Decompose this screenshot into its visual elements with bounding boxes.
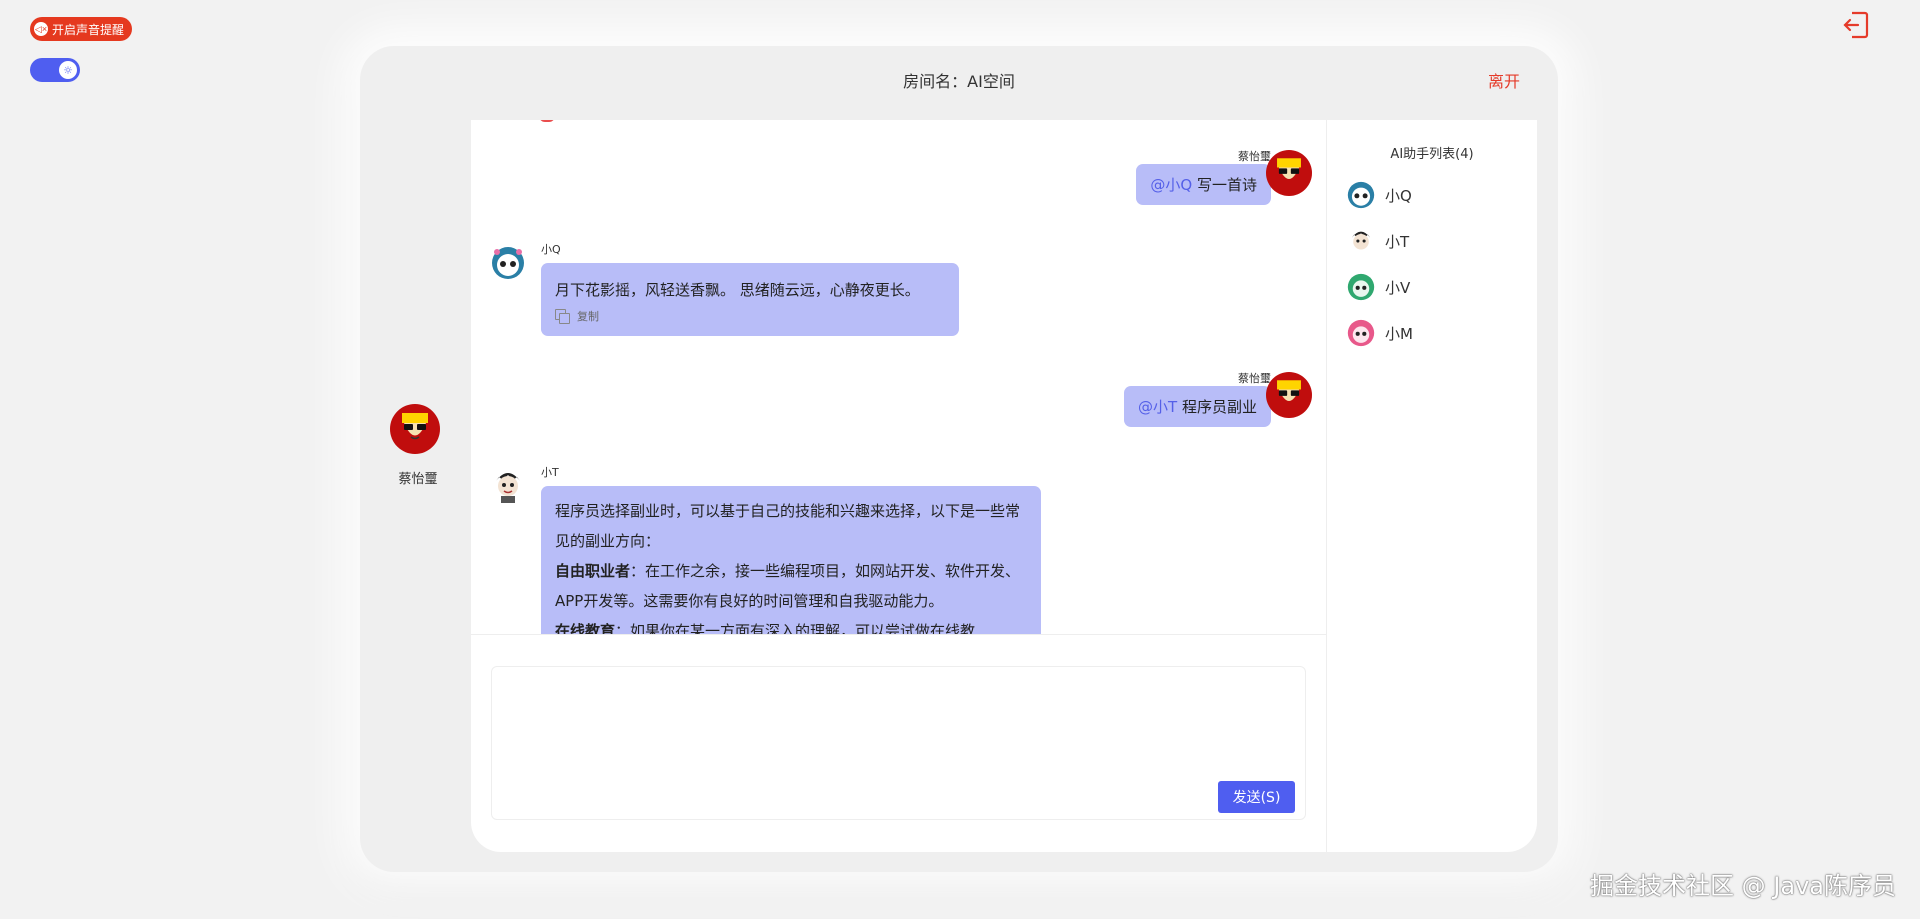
sound-alert-button[interactable]: ◁× 开启声音提醒 xyxy=(30,17,133,41)
ai-assistant-list: AI助手列表(4) 小Q 小T 小V 小M xyxy=(1327,120,1537,356)
ai-item-m[interactable]: 小M xyxy=(1327,310,1537,356)
logout-icon[interactable] xyxy=(1840,10,1870,40)
avatar xyxy=(491,246,525,280)
current-user-name: 蔡怡璽 xyxy=(398,472,438,487)
sound-alert-label: 开启声音提醒 xyxy=(52,22,125,37)
avatar xyxy=(1266,150,1312,196)
message-text: 程序员副业 xyxy=(1177,398,1257,416)
mention[interactable]: @小T xyxy=(1138,398,1177,416)
message-text: 程序员选择副业时，可以基于自己的技能和兴趣来选择，以下是一些常见的副业方向： xyxy=(555,502,1021,550)
ai-item-name: 小M xyxy=(1385,324,1413,343)
message-bold: 在线教育 xyxy=(555,622,616,635)
message-list[interactable]: 蔡怡璽 @小Q 写一首诗 小Q 月下花影摇，风轻送香飘。 思绪随云远，心静夜更长… xyxy=(471,120,1326,635)
message-text: ：如果你在某一方面有深入的理解，可以尝试做在线教 xyxy=(615,622,976,635)
message-bubble[interactable]: 月下花影摇，风轻送香飘。 思绪随云远，心静夜更长。 复制 xyxy=(541,263,959,336)
message-text: 月下花影摇，风轻送香飘。 思绪随云远，心静夜更长。 xyxy=(555,281,920,299)
message-input[interactable]: 发送(S) xyxy=(491,666,1306,820)
chat-panel: 蔡怡璽 @小Q 写一首诗 小Q 月下花影摇，风轻送香飘。 思绪随云远，心静夜更长… xyxy=(471,120,1537,852)
message-sender: 小Q xyxy=(541,243,561,256)
avatar xyxy=(1347,181,1375,209)
copy-icon xyxy=(555,309,570,324)
room-title: 房间名：AI空间 xyxy=(903,72,1015,91)
ai-item-name: 小Q xyxy=(1385,186,1412,205)
message-bubble[interactable]: @小T 程序员副业 xyxy=(1124,386,1271,427)
ai-item-t[interactable]: 小T xyxy=(1327,218,1537,264)
theme-toggle[interactable]: ☼ xyxy=(30,58,80,82)
message-ai: 小Q 月下花影摇，风轻送香飘。 思绪随云远，心静夜更长。 复制 xyxy=(541,241,959,336)
avatar xyxy=(1266,372,1312,418)
mention[interactable]: @小Q xyxy=(1150,176,1192,194)
ai-list-title: AI助手列表(4) xyxy=(1390,147,1474,162)
copy-label: 复制 xyxy=(577,310,599,323)
watermark: 掘金技术社区 @ Java陈序员 xyxy=(1590,872,1896,900)
avatar xyxy=(390,404,446,454)
send-button[interactable]: 发送(S) xyxy=(1218,781,1295,813)
message-bubble[interactable]: @小Q 写一首诗 xyxy=(1136,164,1271,205)
message-user: 蔡怡璽 @小T 程序员副业 xyxy=(971,370,1271,427)
room-header: 房间名：AI空间 离开 xyxy=(360,46,1558,120)
message-ai: 小T 程序员选择副业时，可以基于自己的技能和兴趣来选择，以下是一些常见的副业方向… xyxy=(541,464,1041,635)
ai-item-name: 小V xyxy=(1385,278,1411,297)
message-bubble[interactable]: 程序员选择副业时，可以基于自己的技能和兴趣来选择，以下是一些常见的副业方向： 自… xyxy=(541,486,1041,635)
leave-button[interactable]: 离开 xyxy=(1488,68,1520,92)
copy-button[interactable]: 复制 xyxy=(555,308,945,324)
ai-item-q[interactable]: 小Q xyxy=(1327,172,1537,218)
avatar xyxy=(1351,231,1371,250)
message-bold: 自由职业者 xyxy=(555,562,631,580)
ai-item-name: 小T xyxy=(1385,232,1410,251)
avatar xyxy=(539,120,555,122)
current-user: 蔡怡璽 xyxy=(390,404,446,487)
message-sender: 小T xyxy=(541,466,559,479)
sun-icon: ☼ xyxy=(59,61,77,79)
avatar xyxy=(1347,273,1375,301)
chat-window: 房间名：AI空间 离开 蔡怡璽 蔡怡璽 @小Q 写一首诗 小Q 月下花影摇，风轻… xyxy=(360,46,1558,872)
message-user: 蔡怡璽 @小Q 写一首诗 xyxy=(971,148,1271,205)
avatar xyxy=(491,467,525,503)
mute-icon: ◁× xyxy=(34,22,48,36)
ai-item-v[interactable]: 小V xyxy=(1327,264,1537,310)
message-text: 写一首诗 xyxy=(1192,176,1257,194)
avatar xyxy=(1347,319,1375,347)
